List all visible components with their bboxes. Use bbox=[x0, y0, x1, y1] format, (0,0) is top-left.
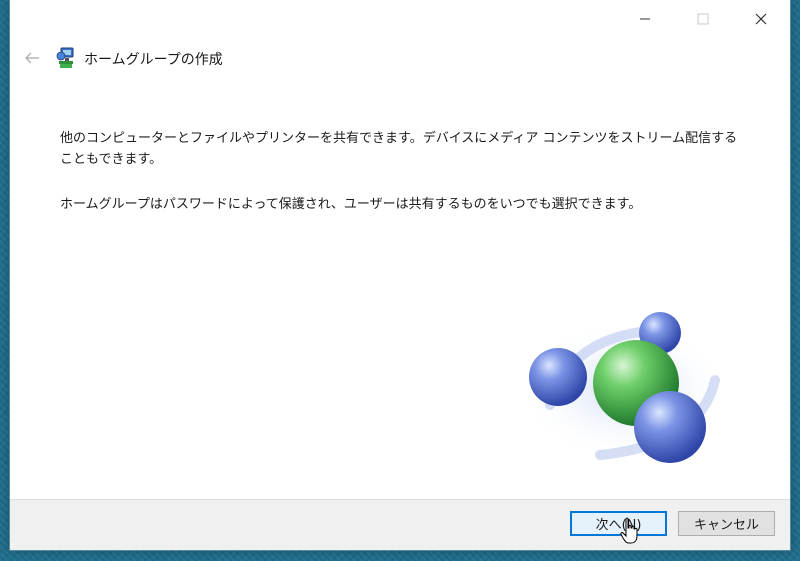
homegroup-icon bbox=[56, 47, 74, 68]
next-button[interactable]: 次へ(N) bbox=[570, 511, 667, 536]
cancel-button[interactable]: キャンセル bbox=[678, 511, 775, 536]
close-button[interactable] bbox=[732, 0, 790, 38]
homegroup-wizard-window: ホームグループの作成 他のコンピューターとファイルやプリンターを共有できます。デ… bbox=[10, 0, 790, 550]
description-paragraph-1: 他のコンピューターとファイルやプリンターを共有できます。デバイスにメディア コン… bbox=[60, 131, 738, 167]
sphere-left-blue bbox=[529, 348, 587, 406]
minimize-button[interactable] bbox=[616, 0, 674, 38]
close-icon bbox=[755, 13, 767, 25]
arrow-left-icon bbox=[24, 52, 39, 64]
minimize-icon bbox=[640, 18, 650, 20]
window-title: ホームグループの作成 bbox=[84, 52, 223, 68]
navigation-bar: ホームグループの作成 bbox=[10, 40, 790, 76]
caption-buttons bbox=[616, 0, 790, 38]
back-button[interactable] bbox=[20, 48, 44, 68]
description-paragraph-2: ホームグループはパスワードによって保護され、ユーザーは共有するものをいつでも選択… bbox=[60, 197, 642, 212]
maximize-button[interactable] bbox=[674, 0, 732, 38]
description: 他のコンピューターとファイルやプリンターを共有できます。デバイスにメディア コン… bbox=[60, 128, 750, 215]
sphere-right-blue bbox=[634, 391, 706, 463]
wizard-footer: 次へ(N) キャンセル bbox=[10, 499, 790, 550]
maximize-icon bbox=[697, 13, 709, 25]
homegroup-illustration bbox=[520, 312, 730, 463]
